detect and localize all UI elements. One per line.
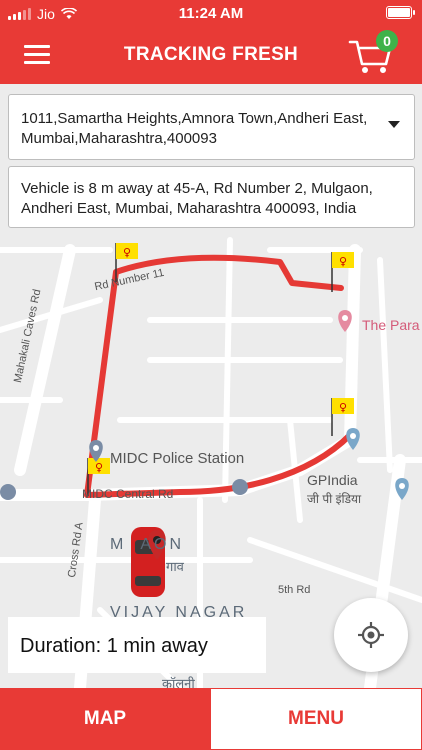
tab-menu[interactable]: MENU: [210, 688, 422, 750]
selected-address-text: 1011,Samartha Heights,Amnora Town,Andher…: [21, 110, 368, 147]
svg-text:♀: ♀: [339, 255, 347, 268]
tab-map[interactable]: MAP: [0, 688, 210, 750]
map-label-the-para: The Para: [362, 317, 420, 333]
map-label-area-1-hi: गाव: [166, 559, 184, 574]
vehicle-status-text: Vehicle is 8 m away at 45-A, Rd Number 2…: [21, 180, 373, 217]
bank-icon: [0, 484, 16, 500]
map-label-area-2-hi: कॉलनी: [162, 676, 195, 688]
cart-button[interactable]: 0: [348, 30, 398, 76]
map-label-police: MIDC Police Station: [110, 450, 245, 467]
my-location-button[interactable]: [334, 598, 408, 672]
status-time: 11:24 AM: [178, 5, 244, 22]
svg-text:♀: ♀: [95, 461, 103, 474]
app-root: Jio 11:24 AM TRACKING FRESH 0 ♀ ♀ ♀ ♀ Rd…: [0, 0, 422, 750]
app-header: Jio 11:24 AM TRACKING FRESH 0: [0, 0, 422, 84]
chevron-down-icon: [388, 121, 400, 128]
transit-icon: [232, 479, 248, 495]
bottom-tab-bar: MAP MENU: [0, 688, 422, 750]
crosshair-icon: [358, 622, 384, 648]
svg-text:♀: ♀: [339, 401, 347, 414]
vehicle-status-card: Vehicle is 8 m away at 45-A, Rd Number 2…: [8, 166, 415, 228]
map-label-5th-rd: 5th Rd: [278, 584, 311, 596]
duration-panel: Duration: 1 min away: [8, 617, 266, 673]
map-label-gpindia: GPIndia: [307, 472, 358, 488]
selected-address-dropdown[interactable]: 1011,Samartha Heights,Amnora Town,Andher…: [8, 94, 415, 160]
status-bar: Jio 11:24 AM: [0, 0, 422, 28]
map-label-area-1: M AON: [110, 536, 185, 553]
battery-icon: [386, 6, 415, 19]
map-label-midc-central: MIDC Central Rd: [82, 487, 174, 501]
map-label-gpindia-hi: जी पी इंडिया: [307, 492, 362, 506]
svg-text:♀: ♀: [123, 246, 131, 259]
cart-count-badge: 0: [376, 30, 398, 52]
duration-text: Duration: 1 min away: [20, 635, 208, 657]
